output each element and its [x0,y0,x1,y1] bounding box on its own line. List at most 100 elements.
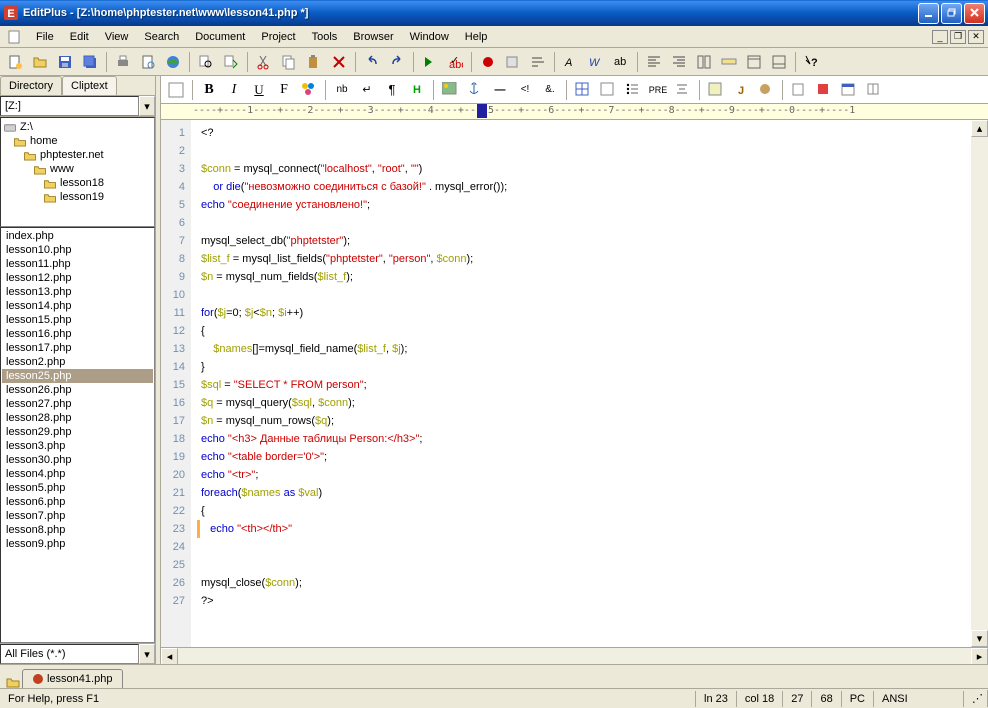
drive-dropdown-button[interactable]: ▾ [139,96,155,116]
code-line[interactable]: or die("невозможно соединиться с базой!"… [197,178,965,196]
code-line[interactable]: { [197,502,965,520]
image-button[interactable] [439,79,461,101]
code-line[interactable]: $names[]=mysql_field_name($list_f, $j); [197,340,965,358]
file-item[interactable]: index.php [2,229,153,243]
goto-button[interactable] [419,51,441,73]
tree-item[interactable]: lesson18 [3,176,152,190]
syntax-button[interactable]: ab [610,51,632,73]
indent-right-button[interactable] [668,51,690,73]
file-item[interactable]: lesson15.php [2,313,153,327]
file-item[interactable]: lesson16.php [2,327,153,341]
find-button[interactable] [195,51,217,73]
code-line[interactable]: mysql_select_db("phptetster"); [197,232,965,250]
menu-window[interactable]: Window [402,29,457,45]
tab-directory[interactable]: Directory [0,76,62,95]
tree-item[interactable]: Z:\ [3,120,152,134]
code-line[interactable]: echo "<table border='0'>"; [197,448,965,466]
document-tab[interactable]: lesson41.php [22,669,123,688]
file-item[interactable]: lesson10.php [2,243,153,257]
print-button[interactable] [112,51,134,73]
tree-item[interactable]: lesson19 [3,190,152,204]
list-ul-button[interactable] [622,79,644,101]
save-button[interactable] [54,51,76,73]
mdi-minimize-button[interactable]: _ [932,30,948,44]
code-line[interactable]: <? [197,124,965,142]
mode-normal-button[interactable] [165,79,187,101]
form-button[interactable] [597,79,619,101]
word-wrap-button[interactable]: W [585,51,607,73]
menu-view[interactable]: View [97,29,137,45]
scroll-down-button[interactable]: ▾ [971,630,988,647]
column-button[interactable] [693,51,715,73]
script-button[interactable] [705,79,727,101]
delete-button[interactable] [328,51,350,73]
file-item[interactable]: lesson4.php [2,467,153,481]
code-editor[interactable]: 1234567891011121314151617181920212223242… [161,120,971,647]
tree-item[interactable]: www [3,162,152,176]
menu-project[interactable]: Project [253,29,303,45]
template-button[interactable] [788,79,810,101]
menu-browser[interactable]: Browser [345,29,401,45]
save-all-button[interactable] [79,51,101,73]
br-button[interactable]: ↵ [356,79,378,101]
file-item[interactable]: lesson30.php [2,453,153,467]
code-line[interactable]: $q = mysql_query($sql, $conn); [197,394,965,412]
menu-edit[interactable]: Edit [62,29,97,45]
paste-button[interactable] [303,51,325,73]
flash-button[interactable] [813,79,835,101]
palette-button[interactable] [863,79,885,101]
file-item[interactable]: lesson13.php [2,285,153,299]
font-button[interactable]: A [560,51,582,73]
indent-left-button[interactable] [643,51,665,73]
file-item[interactable]: lesson3.php [2,439,153,453]
applet-button[interactable] [755,79,777,101]
menu-file[interactable]: File [28,29,62,45]
window-panel-button[interactable] [743,51,765,73]
drive-select[interactable]: [Z:] [0,96,139,116]
spellcheck-button[interactable]: ✓abc [444,51,466,73]
underline-button[interactable]: U [248,79,270,101]
file-item[interactable]: lesson27.php [2,397,153,411]
code-line[interactable]: echo "соединение установлено!"; [197,196,965,214]
file-item[interactable]: lesson17.php [2,341,153,355]
char-button[interactable]: &. [539,79,561,101]
code-line[interactable]: $sql = "SELECT * FROM person"; [197,376,965,394]
code-line[interactable]: $n = mysql_num_fields($list_f); [197,268,965,286]
scroll-left-button[interactable]: ◂ [161,648,178,664]
code-line[interactable]: mysql_close($conn); [197,574,965,592]
cut-button[interactable] [253,51,275,73]
code-line[interactable]: $n = mysql_num_rows($q); [197,412,965,430]
file-item[interactable]: lesson11.php [2,257,153,271]
file-item[interactable]: lesson2.php [2,355,153,369]
code-line[interactable]: for($j=0; $j<$n; $i++) [197,304,965,322]
italic-button[interactable]: I [223,79,245,101]
scroll-right-button[interactable]: ▸ [971,648,988,664]
ruler-button[interactable] [718,51,740,73]
file-item[interactable]: lesson9.php [2,537,153,551]
code-line[interactable] [197,142,965,160]
undo-button[interactable] [361,51,383,73]
pre-button[interactable]: PRE [647,79,669,101]
copy-button[interactable] [278,51,300,73]
code-line[interactable]: } [197,358,965,376]
tree-item[interactable]: phptester.net [3,148,152,162]
open-file-button[interactable] [29,51,51,73]
play-macro-button[interactable] [502,51,524,73]
horizontal-scrollbar[interactable]: ◂ ▸ [161,647,988,664]
code-line[interactable]: $list_f = mysql_list_fields("phptetster"… [197,250,965,268]
file-item[interactable]: lesson6.php [2,495,153,509]
code-line[interactable]: $conn = mysql_connect("localhost", "root… [197,160,965,178]
mdi-close-button[interactable]: ✕ [968,30,984,44]
code-line[interactable] [197,214,965,232]
menu-document[interactable]: Document [187,29,253,45]
vertical-scrollbar[interactable]: ▴ ▾ [971,120,988,647]
file-item[interactable]: lesson26.php [2,383,153,397]
new-file-button[interactable] [4,51,26,73]
help-button[interactable]: ? [801,51,823,73]
font-tag-button[interactable]: F [273,79,295,101]
close-button[interactable] [964,3,985,24]
code-line[interactable] [197,538,965,556]
bold-button[interactable]: B [198,79,220,101]
comment-button[interactable]: <! [514,79,536,101]
file-item[interactable]: lesson28.php [2,411,153,425]
